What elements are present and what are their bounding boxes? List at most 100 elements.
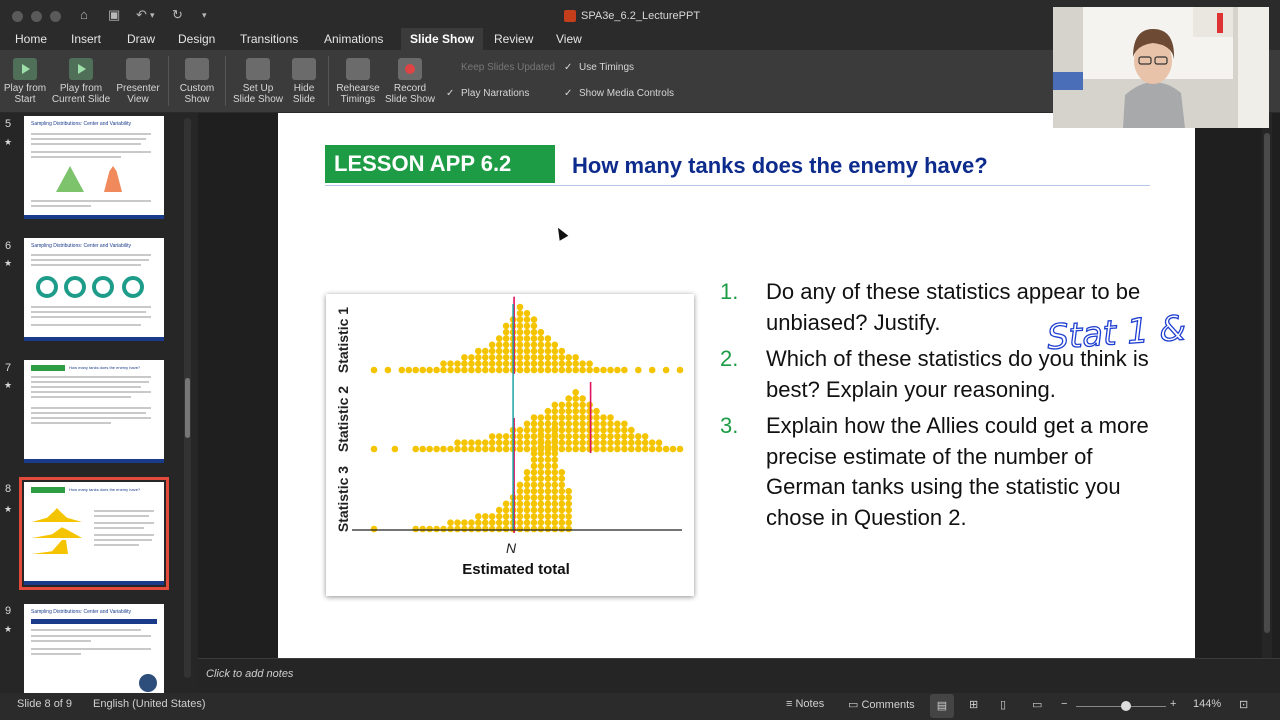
- fit-to-window-icon[interactable]: ⊡: [1239, 698, 1248, 711]
- zoom-slider-thumb[interactable]: [1121, 701, 1131, 711]
- dot-point: [495, 506, 503, 514]
- slide-scrollbar[interactable]: [1262, 113, 1272, 658]
- dot-point: [495, 360, 503, 367]
- dot-point: [502, 439, 510, 446]
- undo-icon[interactable]: ↶: [136, 8, 147, 22]
- dot-point: [537, 481, 545, 489]
- dot-point: [551, 366, 559, 374]
- dot-point: [523, 347, 531, 355]
- dot-point: [655, 445, 663, 453]
- current-slide[interactable]: LESSON APP 6.2 How many tanks does the e…: [278, 113, 1195, 658]
- play-from-current-slide-button[interactable]: Play from Current Slide: [50, 58, 112, 105]
- dot-point: [572, 433, 579, 440]
- handwritten-ink-annotation: Stat 1 & 3: [1045, 305, 1195, 358]
- dot-point: [530, 500, 538, 508]
- custom-show-button[interactable]: Custom Show: [176, 58, 218, 105]
- dot-point: [551, 424, 559, 432]
- customize-toolbar-icon[interactable]: ▾: [202, 8, 207, 22]
- use-timings-checkbox[interactable]: ✓ Use Timings: [564, 62, 634, 73]
- dot-point: [495, 341, 503, 349]
- dot-point: [565, 420, 572, 428]
- dot-point: [586, 366, 593, 374]
- play-narrations-checkbox[interactable]: ✓ Play Narrations: [446, 88, 529, 99]
- play-current-icon: [69, 58, 93, 80]
- dot-point: [426, 366, 433, 374]
- dot-point: [454, 445, 461, 453]
- dot-point: [530, 525, 538, 533]
- dot-point: [544, 456, 552, 463]
- dot-point: [572, 354, 579, 361]
- zoom-in-button[interactable]: +: [1170, 698, 1176, 710]
- play-from-start-button[interactable]: Play from Start: [2, 58, 48, 105]
- tab-insert[interactable]: Insert: [71, 32, 101, 46]
- record-slide-show-button[interactable]: Record Slide Show: [384, 58, 436, 105]
- hide-slide-button[interactable]: Hide Slide: [288, 58, 320, 105]
- dot-point: [530, 487, 538, 495]
- zoom-window-button[interactable]: [50, 11, 61, 22]
- animation-star-icon: ★: [4, 258, 13, 268]
- minimize-window-button[interactable]: [31, 11, 42, 22]
- tab-design[interactable]: Design: [178, 32, 215, 46]
- tab-view[interactable]: View: [556, 32, 582, 46]
- presenter-view-button[interactable]: Presenter View: [114, 58, 162, 105]
- dot-point: [558, 519, 566, 526]
- notes-pane[interactable]: Click to add notes: [198, 658, 1280, 693]
- zoom-level[interactable]: 144%: [1193, 698, 1221, 710]
- dot-point: [537, 328, 545, 336]
- dot-point: [551, 506, 559, 514]
- dot-point: [530, 341, 538, 349]
- dot-point: [530, 316, 538, 323]
- save-icon[interactable]: ▣: [108, 8, 120, 22]
- rehearse-timings-button[interactable]: Rehearse Timings: [334, 58, 382, 105]
- dot-point: [544, 360, 552, 367]
- dot-point: [530, 414, 538, 421]
- undo-dropdown-icon[interactable]: ▾: [150, 8, 155, 22]
- slide-thumbnail-9[interactable]: Sampling Distributions: Center and Varia…: [24, 604, 164, 693]
- keep-slides-updated-checkbox[interactable]: Keep Slides Updated: [446, 62, 555, 73]
- language-indicator[interactable]: English (United States): [93, 698, 206, 710]
- dot-point: [593, 433, 600, 440]
- dot-point: [523, 487, 531, 495]
- dot-point: [621, 420, 628, 428]
- dot-point: [635, 445, 642, 453]
- tab-transitions[interactable]: Transitions: [240, 32, 298, 46]
- home-icon[interactable]: ⌂: [80, 8, 88, 22]
- slide-sorter-button[interactable]: ⊞: [969, 698, 978, 711]
- dot-point: [614, 420, 621, 428]
- slide-thumbnail-6[interactable]: Sampling Distributions: Center and Varia…: [24, 238, 164, 341]
- dot-point: [502, 360, 510, 367]
- tab-home[interactable]: Home: [15, 32, 47, 46]
- dot-point: [544, 513, 552, 520]
- set-up-slide-show-button[interactable]: Set Up Slide Show: [232, 58, 284, 105]
- tab-animations[interactable]: Animations: [324, 32, 383, 46]
- slide-thumbnail-5[interactable]: Sampling Distributions: Center and Varia…: [24, 116, 164, 219]
- comments-toggle-button[interactable]: ▭ Comments: [848, 698, 915, 711]
- tab-slide-show[interactable]: Slide Show: [401, 28, 484, 50]
- close-window-button[interactable]: [12, 11, 23, 22]
- thumbnail-scrollbar[interactable]: [184, 118, 191, 678]
- dot-point: [551, 500, 559, 508]
- tab-review[interactable]: Review: [494, 32, 533, 46]
- reading-view-button[interactable]: ▯: [1000, 698, 1006, 711]
- dot-point: [495, 366, 503, 374]
- question-number: 1.: [720, 279, 739, 304]
- dotplot-chart: Statistic 1 Statistic 2 Statistic 3 N Estima…: [335, 296, 684, 578]
- normal-view-button[interactable]: ▤: [930, 694, 954, 718]
- thumb-number: 5: [5, 118, 12, 130]
- redo-icon[interactable]: ↻: [172, 8, 183, 22]
- slide-thumbnail-8[interactable]: How many tanks does the enemy have?: [19, 477, 169, 590]
- notes-toggle-button[interactable]: ≡ Notes: [786, 698, 824, 710]
- zoom-out-button[interactable]: −: [1061, 698, 1067, 710]
- dot-point: [488, 519, 496, 526]
- tab-draw[interactable]: Draw: [127, 32, 155, 46]
- dot-point: [662, 445, 670, 453]
- show-media-controls-checkbox[interactable]: ✓ Show Media Controls: [564, 88, 674, 99]
- dot-point: [551, 414, 559, 421]
- slide-show-view-button[interactable]: ▭: [1032, 698, 1042, 711]
- dot-point: [600, 420, 607, 428]
- dot-point: [537, 456, 545, 463]
- dot-point: [475, 439, 482, 446]
- dot-point: [614, 433, 621, 440]
- slide-thumbnail-7[interactable]: How many tanks does the enemy have?: [24, 360, 164, 463]
- dot-point: [516, 366, 524, 374]
